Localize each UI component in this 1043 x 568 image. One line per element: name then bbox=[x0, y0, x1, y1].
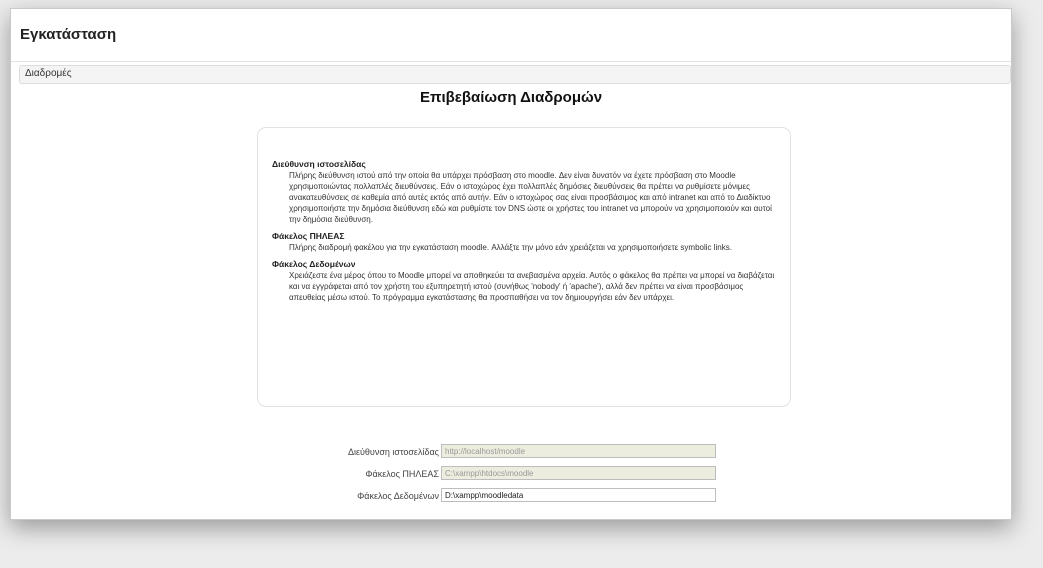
desc-wwwroot: Πλήρης διεύθυνση ιστού από την οποία θα … bbox=[289, 171, 772, 224]
term-dirroot: Φάκελος ΠΗΛΕΑΣ bbox=[272, 231, 345, 241]
breadcrumb: Διαδρομές bbox=[19, 65, 1011, 84]
form-row-dirroot: Φάκελος ΠΗΛΕΑΣ bbox=[11, 466, 1011, 484]
wwwroot-field[interactable] bbox=[441, 444, 716, 458]
header: Εγκατάσταση bbox=[11, 9, 1011, 62]
page-title: Επιβεβαίωση Διαδρομών bbox=[419, 89, 603, 106]
term-wwwroot: Διεύθυνση ιστοσελίδας bbox=[272, 159, 366, 169]
paths-form: Διεύθυνση ιστοσελίδας Φάκελος ΠΗΛΕΑΣ Φάκ… bbox=[11, 444, 1011, 510]
dirroot-label: Φάκελος ΠΗΛΕΑΣ bbox=[365, 469, 439, 479]
app-title: Εγκατάσταση bbox=[20, 26, 117, 43]
installer-window: Εγκατάσταση Διαδρομές Επιβεβαίωση Διαδρο… bbox=[10, 8, 1012, 520]
info-box: Διεύθυνση ιστοσελίδας Πλήρης διεύθυνση ι… bbox=[257, 127, 791, 407]
breadcrumb-link-paths[interactable]: Διαδρομές bbox=[25, 68, 72, 79]
dataroot-label: Φάκελος Δεδομένων bbox=[357, 491, 439, 501]
desc-dataroot: Χρειάζεστε ένα μέρος όπου το Moodle μπορ… bbox=[289, 271, 775, 302]
dirroot-field[interactable] bbox=[441, 466, 716, 480]
term-dataroot: Φάκελος Δεδομένων bbox=[272, 259, 356, 269]
form-row-wwwroot: Διεύθυνση ιστοσελίδας bbox=[11, 444, 1011, 462]
desc-dirroot: Πλήρης διαδρομή φακέλου για την εγκατάστ… bbox=[289, 243, 732, 252]
form-row-dataroot: Φάκελος Δεδομένων bbox=[11, 488, 1011, 506]
wwwroot-label: Διεύθυνση ιστοσελίδας bbox=[347, 447, 439, 457]
dataroot-field[interactable] bbox=[441, 488, 716, 502]
